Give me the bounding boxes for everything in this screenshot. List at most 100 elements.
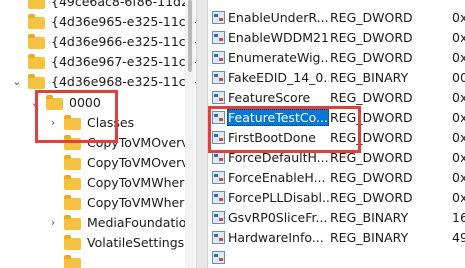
tree-item-label: VolatileSettings: [87, 235, 185, 250]
value-type: REG_BINARY: [330, 70, 409, 85]
value-row[interactable]: HardwareInfo... REG_BINARY 49: [208, 228, 465, 248]
value-type: REG_DWORD: [330, 110, 413, 125]
folder-icon: [64, 175, 81, 190]
tree-item-label: Classes: [87, 115, 135, 130]
value-row[interactable]: EnableUnderR... REG_DWORD 0x: [208, 8, 465, 28]
dword-value-icon: [212, 91, 225, 104]
value-type: REG_DWORD: [330, 50, 413, 65]
value-name[interactable]: GsvRP0SliceFr...: [227, 209, 329, 226]
value-name[interactable]: FeatureScore: [227, 89, 329, 106]
value-data: 0x: [452, 50, 465, 65]
value-row[interactable]: ForceEnableH... REG_DWORD 0x: [208, 168, 465, 188]
value-data: 0x: [452, 190, 465, 205]
pane-splitter[interactable]: [196, 0, 208, 268]
tree-item[interactable]: {4d36e967-e325-11ce-: [0, 52, 196, 72]
value-name[interactable]: FeatureTestCo...: [227, 109, 329, 126]
tree-item-label: CopyToVMOverv: [87, 155, 189, 170]
value-name[interactable]: HardwareInfo...: [227, 229, 329, 246]
value-name[interactable]: FakeEDID_14_0...: [227, 69, 329, 86]
value-row[interactable]: [208, 248, 465, 268]
tree-item-label: {4d36e968-e325-11ce-: [51, 74, 196, 89]
folder-icon: [64, 115, 81, 130]
folder-icon: [46, 95, 63, 110]
folder-icon: [64, 155, 81, 170]
folder-icon: [28, 14, 45, 29]
tree-item-label: CopyToVMOverv: [87, 135, 189, 150]
dword-value-icon: [212, 251, 225, 264]
folder-icon: [64, 215, 81, 230]
value-type: REG_BINARY: [330, 210, 409, 225]
value-name[interactable]: EnumerateWig...: [227, 49, 329, 66]
tree-item[interactable]: CopyToVMWher: [0, 193, 196, 213]
value-data: 0x: [452, 90, 465, 105]
value-name[interactable]: FirstBootDone: [227, 129, 329, 146]
value-row[interactable]: FakeEDID_14_0... REG_BINARY 00: [208, 68, 465, 88]
value-data: 16: [452, 210, 465, 225]
value-row[interactable]: ForceDefaultH... REG_DWORD 0x: [208, 148, 465, 168]
tree-item[interactable]: › Classes: [0, 113, 196, 133]
value-name[interactable]: EnableUnderR...: [227, 9, 329, 26]
value-data: 49: [452, 230, 465, 245]
expand-chevron-icon[interactable]: ⌄: [30, 95, 40, 111]
tree-item[interactable]: {4d36e966-e325-11ce-: [0, 32, 196, 52]
tree-item-label: CopyToVMWher: [87, 195, 185, 210]
tree-item[interactable]: ⌄ 0000: [0, 93, 196, 113]
dword-value-icon: [212, 31, 225, 44]
value-data: 0x: [452, 30, 465, 45]
value-type: REG_DWORD: [330, 30, 413, 45]
dword-value-icon: [212, 171, 225, 184]
value-row[interactable]: GsvRP0SliceFr... REG_BINARY 16: [208, 208, 465, 228]
value-name[interactable]: ForceDefaultH...: [227, 149, 329, 166]
tree-item[interactable]: {49ce6ac8-6f86-11d2-: [0, 0, 196, 12]
tree-item[interactable]: {4d36e965-e325-11ce-: [0, 12, 196, 32]
tree-item[interactable]: ⌄ {4d36e968-e325-11ce-: [0, 72, 196, 92]
tree-item[interactable]: [0, 253, 196, 268]
value-row[interactable]: ForcePLLDisabl... REG_DWORD 0x: [208, 188, 465, 208]
dword-value-icon: [212, 131, 225, 144]
value-name[interactable]: EnableWDDM21: [227, 29, 329, 46]
tree-item-label: {4d36e966-e325-11ce-: [51, 34, 196, 49]
registry-key-tree[interactable]: {49ce6ac8-6f86-11d2- {4d36e965-e325-11ce-…: [0, 0, 196, 268]
dword-value-icon: [212, 151, 225, 164]
folder-icon: [28, 74, 45, 89]
value-type: REG_BINARY: [330, 230, 409, 245]
value-name[interactable]: ForceEnableH...: [227, 169, 329, 186]
tree-item-label: {4d36e965-e325-11ce-: [51, 14, 196, 29]
value-type: REG_DWORD: [330, 150, 413, 165]
folder-icon: [64, 255, 81, 268]
expand-chevron-icon[interactable]: ⌄: [12, 74, 22, 90]
binary-value-icon: [212, 211, 225, 224]
value-row[interactable]: FeatureTestCo... REG_DWORD 0x: [208, 108, 465, 128]
value-row[interactable]: EnableWDDM21 REG_DWORD 0x: [208, 28, 465, 48]
value-row[interactable]: FirstBootDone REG_DWORD 0x: [208, 128, 465, 148]
tree-item[interactable]: › MediaFoundatio: [0, 213, 196, 233]
value-row[interactable]: FeatureScore REG_DWORD 0x: [208, 88, 465, 108]
folder-icon: [64, 135, 81, 150]
tree-item-label: {4d36e967-e325-11ce-: [51, 54, 196, 69]
folder-icon: [28, 0, 45, 9]
tree-item[interactable]: CopyToVMOverv: [0, 133, 196, 153]
value-data: 0x: [452, 10, 465, 25]
value-name[interactable]: ForcePLLDisabl...: [227, 189, 329, 206]
value-data: 00: [452, 70, 465, 85]
tree-item[interactable]: VolatileSettings: [0, 233, 196, 253]
tree-item-label: CopyToVMWher: [87, 175, 185, 190]
collapse-chevron-icon[interactable]: ›: [48, 215, 58, 231]
folder-icon: [28, 54, 45, 69]
tree-item[interactable]: CopyToVMOverv: [0, 153, 196, 173]
tree-scrollbar-thumb[interactable]: [188, 0, 192, 72]
registry-values-list[interactable]: EnableUnderR... REG_DWORD 0x EnableWDDM21 RE…: [208, 0, 465, 268]
tree-item-label: MediaFoundatio: [87, 215, 187, 230]
value-type: REG_DWORD: [330, 190, 413, 205]
tree-item-label: {49ce6ac8-6f86-11d2-: [51, 0, 194, 9]
value-data: 0x: [452, 170, 465, 185]
value-row[interactable]: EnumerateWig... REG_DWORD 0x: [208, 48, 465, 68]
tree-item[interactable]: CopyToVMWher: [0, 173, 196, 193]
tree-scrollbar[interactable]: [185, 0, 195, 268]
dword-value-icon: [212, 51, 225, 64]
value-type: REG_DWORD: [330, 170, 413, 185]
binary-value-icon: [212, 231, 225, 244]
dword-value-icon: [212, 111, 225, 124]
collapse-chevron-icon[interactable]: ›: [48, 115, 58, 131]
value-data: 0x: [452, 110, 465, 125]
